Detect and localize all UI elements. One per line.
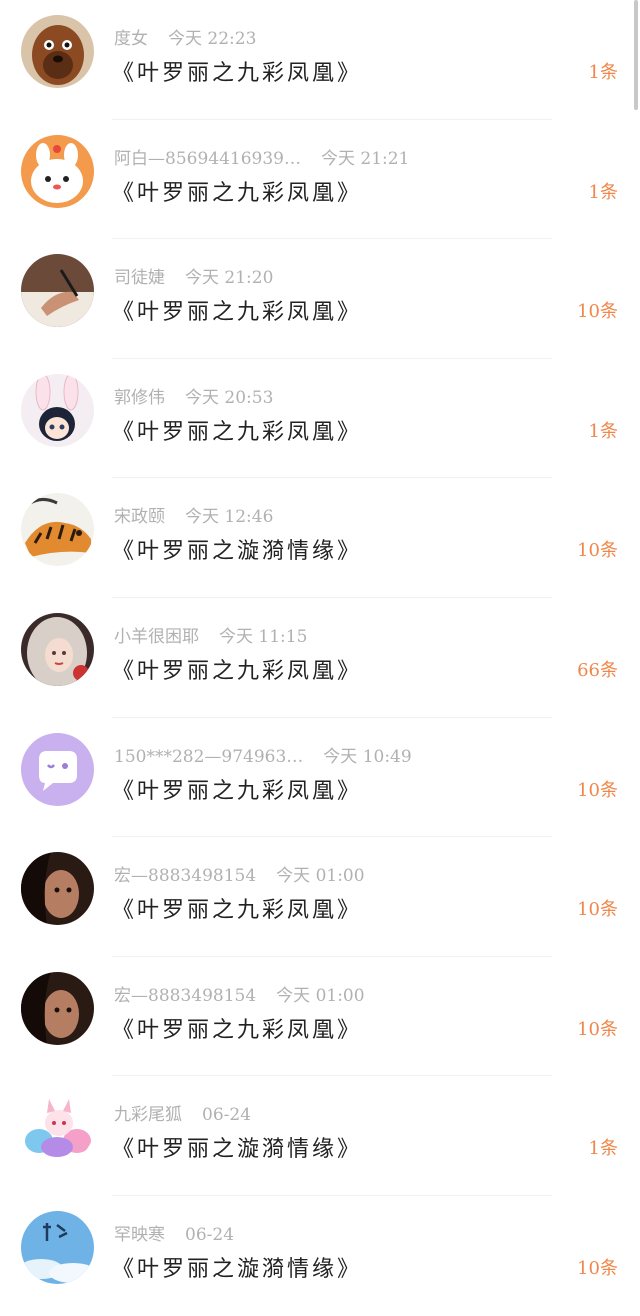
message-count: 10条 [577,1257,618,1279]
sender-name: 宏—8883498154 [114,866,257,887]
chat-bubble-avatar[interactable] [21,732,94,806]
dog-avatar[interactable] [21,15,94,88]
message-time: 06-24 [185,1224,235,1245]
message-meta: 九彩尾狐 06-24 [114,1100,252,1126]
message-meta: 小羊很困耶 今天 11:15 [114,622,308,647]
tiger-avatar[interactable] [21,493,94,567]
scrollbar[interactable] [634,0,638,110]
message-time: 06-24 [202,1105,252,1126]
bunny-cartoon-avatar[interactable] [21,134,94,208]
list-item[interactable]: 宋政颐 今天 12:46 《叶罗丽之漩漪情缘》 10条 [0,478,640,598]
message-count: 1条 [588,420,618,442]
message-time: 今天 01:00 [276,866,365,887]
message-meta: 度女 今天 22:23 [114,24,257,49]
list-item[interactable]: 九彩尾狐 06-24 《叶罗丽之漩漪情缘》 1条 [0,1076,640,1196]
book-title: 《叶罗丽之九彩凤凰》 [112,778,363,804]
message-time: 今天 11:15 [219,626,308,647]
message-meta: 宋政颐 今天 12:46 [114,502,274,528]
list-item[interactable]: 阿白—85694416939… 今天 21:21 《叶罗丽之九彩凤凰》 1条 [0,120,640,240]
message-count: 10条 [577,1018,618,1040]
sky-calligraphy-avatar[interactable] [21,1210,94,1284]
sender-name: 小羊很困耶 [114,626,199,647]
book-title: 《叶罗丽之九彩凤凰》 [112,300,363,326]
message-count: 66条 [577,659,618,681]
message-meta: 150***282—974963… 今天 10:49 [114,742,412,767]
sender-name: 阿白—85694416939… [114,148,301,169]
book-title: 《叶罗丽之漩漪情缘》 [112,1137,363,1163]
list-item[interactable]: 宏—8883498154 今天 01:00 《叶罗丽之九彩凤凰》 10条 [0,837,640,957]
sender-name: 150***282—974963… [114,746,304,767]
message-count: 10条 [577,540,618,562]
book-title: 《叶罗丽之漩漪情缘》 [112,539,363,565]
sender-name: 九彩尾狐 [114,1105,182,1126]
message-count: 1条 [588,62,618,83]
fox-avatar[interactable] [21,1091,94,1165]
message-meta: 罕映寒 06-24 [114,1220,235,1245]
message-meta: 司徒婕 今天 21:20 [114,263,274,289]
message-meta: 阿白—85694416939… 今天 21:21 [114,144,410,169]
book-title: 《叶罗丽之漩漪情缘》 [112,1256,363,1282]
sender-name: 郭修伟 [114,387,165,408]
message-time: 今天 12:46 [185,507,274,528]
list-item[interactable]: 150***282—974963… 今天 10:49 《叶罗丽之九彩凤凰》 10条 [0,718,640,838]
message-time: 今天 20:53 [185,387,274,408]
list-item[interactable]: 郭修伟 今天 20:53 《叶罗丽之九彩凤凰》 1条 [0,359,640,479]
message-count: 10条 [577,899,618,921]
portrait-photo-avatar[interactable] [21,852,94,926]
sender-name: 宋政颐 [114,507,165,528]
book-title: 《叶罗丽之九彩凤凰》 [112,658,363,684]
sender-name: 度女 [114,29,148,49]
message-count: 1条 [588,181,618,203]
message-time: 今天 21:20 [185,268,274,289]
list-item[interactable]: 罕映寒 06-24 《叶罗丽之漩漪情缘》 10条 [0,1196,640,1316]
sender-name: 司徒婕 [114,268,165,289]
list-item[interactable]: 小羊很困耶 今天 11:15 《叶罗丽之九彩凤凰》 66条 [0,598,640,718]
portrait-photo-avatar[interactable] [21,971,94,1045]
message-count: 10条 [577,301,618,323]
anime-girl-avatar[interactable] [21,612,94,686]
book-title: 《叶罗丽之九彩凤凰》 [112,898,363,924]
sender-name: 宏—8883498154 [114,985,257,1006]
message-meta: 宏—8883498154 今天 01:00 [114,981,365,1006]
message-time: 今天 10:49 [323,746,412,767]
message-list: 度女 今天 22:23 《叶罗丽之九彩凤凰》 1条 阿白—85694416939…… [0,0,640,1316]
message-time: 今天 01:00 [276,985,365,1006]
list-item[interactable]: 度女 今天 22:23 《叶罗丽之九彩凤凰》 1条 [0,0,640,120]
book-title: 《叶罗丽之九彩凤凰》 [112,180,363,206]
message-meta: 宏—8883498154 今天 01:00 [114,861,365,887]
hand-writing-avatar[interactable] [21,254,94,328]
book-title: 《叶罗丽之九彩凤凰》 [112,61,363,86]
book-title: 《叶罗丽之九彩凤凰》 [112,1017,363,1043]
list-item[interactable]: 宏—8883498154 今天 01:00 《叶罗丽之九彩凤凰》 10条 [0,957,640,1077]
message-time: 今天 21:21 [320,148,410,169]
sender-name: 罕映寒 [114,1224,165,1245]
list-item[interactable]: 司徒婕 今天 21:20 《叶罗丽之九彩凤凰》 10条 [0,239,640,359]
message-time: 今天 22:23 [168,29,257,49]
book-title: 《叶罗丽之九彩凤凰》 [112,419,363,445]
message-count: 1条 [588,1138,618,1160]
message-meta: 郭修伟 今天 20:53 [114,383,274,408]
bunny-ear-girl-avatar[interactable] [21,373,94,447]
message-count: 10条 [577,779,618,801]
